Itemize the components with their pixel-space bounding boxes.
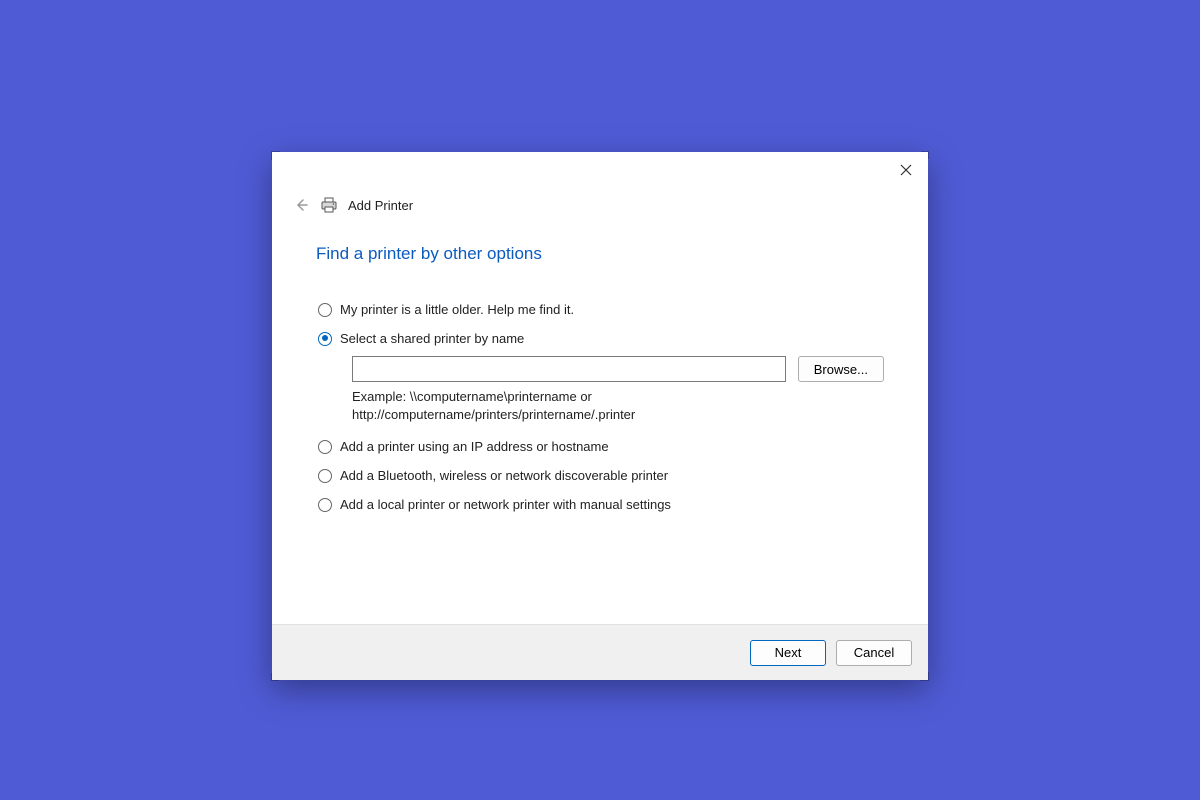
- titlebar: [272, 152, 928, 188]
- radio-icon: [318, 440, 332, 454]
- dialog-title: Add Printer: [348, 198, 413, 213]
- content-area: Find a printer by other options My print…: [272, 220, 928, 624]
- option-label: Add a printer using an IP address or hos…: [340, 439, 609, 454]
- printer-path-input[interactable]: [352, 356, 786, 382]
- shared-printer-details: Browse... Example: \\computername\printe…: [352, 356, 884, 423]
- close-button[interactable]: [890, 156, 922, 184]
- option-label: My printer is a little older. Help me fi…: [340, 302, 574, 317]
- radio-icon: [318, 332, 332, 346]
- option-older-printer[interactable]: My printer is a little older. Help me fi…: [318, 302, 884, 317]
- page-heading: Find a printer by other options: [316, 244, 884, 264]
- back-button[interactable]: [292, 196, 310, 214]
- option-label: Select a shared printer by name: [340, 331, 524, 346]
- options-group: My printer is a little older. Help me fi…: [316, 302, 884, 512]
- radio-icon: [318, 498, 332, 512]
- add-printer-dialog: Add Printer Find a printer by other opti…: [272, 152, 928, 680]
- option-shared-printer[interactable]: Select a shared printer by name: [318, 331, 884, 346]
- browse-button[interactable]: Browse...: [798, 356, 884, 382]
- next-button[interactable]: Next: [750, 640, 826, 666]
- radio-icon: [318, 303, 332, 317]
- option-tcpip-printer[interactable]: Add a printer using an IP address or hos…: [318, 439, 884, 454]
- option-label: Add a Bluetooth, wireless or network dis…: [340, 468, 668, 483]
- dialog-footer: Next Cancel: [272, 624, 928, 680]
- example-text: Example: \\computername\printername or h…: [352, 388, 812, 423]
- radio-icon: [318, 469, 332, 483]
- cancel-button[interactable]: Cancel: [836, 640, 912, 666]
- header: Add Printer: [272, 188, 928, 220]
- back-arrow-icon: [293, 197, 309, 213]
- close-icon: [900, 164, 912, 176]
- printer-icon: [320, 197, 338, 213]
- option-manual-printer[interactable]: Add a local printer or network printer w…: [318, 497, 884, 512]
- option-label: Add a local printer or network printer w…: [340, 497, 671, 512]
- option-bluetooth-printer[interactable]: Add a Bluetooth, wireless or network dis…: [318, 468, 884, 483]
